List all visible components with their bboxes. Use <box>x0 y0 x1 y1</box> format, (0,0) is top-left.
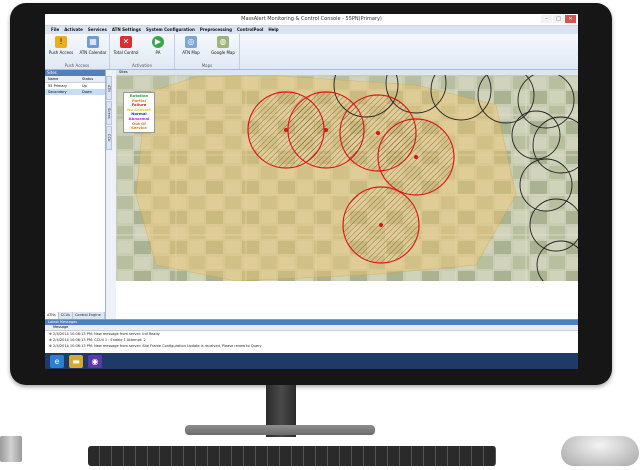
total-control-button[interactable]: ✕ Total Control <box>113 36 139 55</box>
legend-out-of-service: Out Of Service <box>131 120 147 131</box>
taskbar: e ▬ ◉ <box>45 353 578 369</box>
ribbon-group-label: Maps <box>201 63 213 68</box>
sites-table-header: Name Status <box>45 76 105 83</box>
monitor-bezel: MassAlert Monitoring & Control Console -… <box>10 3 612 385</box>
menu-file[interactable]: File <box>51 26 59 34</box>
tab-atns[interactable]: ATNs <box>45 312 59 319</box>
ribbon-group-label: Push Access <box>64 63 90 68</box>
status-legend: Rotation Partial Failure No Contact Norm… <box>123 92 155 133</box>
globe-icon: ◍ <box>217 36 229 48</box>
vertical-tabs: ATN Sirens CCU <box>106 76 115 151</box>
map-pane: Sites Rotation Partial Failure No Contac… <box>116 70 578 319</box>
map-svg <box>116 75 578 281</box>
maximize-button[interactable]: □ <box>553 15 564 23</box>
atn-map-button[interactable]: ◎ ATN Map <box>178 36 204 55</box>
app-icon[interactable]: ◉ <box>88 354 102 368</box>
ie-icon[interactable]: e <box>50 354 64 368</box>
vtab-atn[interactable]: ATN <box>106 76 112 100</box>
menu-activate[interactable]: Activate <box>64 26 83 34</box>
minimize-button[interactable]: – <box>541 15 552 23</box>
sites-panel: Sites Name Status 55 Primary Up Secondar… <box>45 70 106 324</box>
menu-services[interactable]: Services <box>88 26 107 34</box>
tab-ccus[interactable]: CCUs <box>59 312 73 319</box>
monitor-base <box>185 425 375 435</box>
ribbon-group-push-access: ! Push Access ▦ ATN Calendar Push Access <box>45 34 110 69</box>
ribbon-group-label: Activation <box>131 63 153 68</box>
vtab-ccu[interactable]: CCU <box>106 126 112 150</box>
calendar-icon: ▦ <box>87 36 99 48</box>
vtab-sirens[interactable]: Sirens <box>106 101 112 125</box>
list-item[interactable]: ⊕ 2/4/2014 10:06:13 PM: New message from… <box>45 343 578 349</box>
menu-help[interactable]: Help <box>268 26 278 34</box>
window-title: MassAlert Monitoring & Control Console -… <box>241 16 382 22</box>
close-button[interactable]: ✕ <box>565 15 576 23</box>
menu-atn-settings[interactable]: ATN Settings <box>112 26 141 34</box>
play-icon: ▶ <box>152 36 164 48</box>
folder-icon[interactable]: ▬ <box>69 354 83 368</box>
column-name[interactable]: Name <box>45 76 82 82</box>
column-status[interactable]: Status <box>82 76 102 82</box>
keyboard <box>88 446 496 466</box>
panel-tabs: ATNs CCUs Control Engine Queue <box>45 312 105 324</box>
atn-calendar-button[interactable]: ▦ ATN Calendar <box>79 36 107 55</box>
ribbon: ! Push Access ▦ ATN Calendar Push Access… <box>45 34 578 70</box>
tab-control-engine-queue[interactable]: Control Engine Queue <box>73 312 105 324</box>
work-area: Sites Name Status 55 Primary Up Secondar… <box>45 70 578 324</box>
menu-bar: File Activate Services ATN Settings Syst… <box>45 26 578 34</box>
pa-button[interactable]: ▶ PA <box>145 36 171 55</box>
title-bar: MassAlert Monitoring & Control Console -… <box>45 14 578 26</box>
ribbon-group-maps: ◎ ATN Map ◍ Google Map Maps <box>175 34 240 69</box>
mouse <box>561 436 639 466</box>
menu-preprocessing[interactable]: Preprocessing <box>200 26 232 34</box>
menu-controlpool[interactable]: ControlPool <box>237 26 263 34</box>
map-icon: ◎ <box>185 36 197 48</box>
accessory-device <box>0 436 22 462</box>
warning-icon: ! <box>55 36 67 48</box>
table-row[interactable]: Secondary Down <box>45 89 105 95</box>
ribbon-group-activation: ✕ Total Control ▶ PA Activation <box>110 34 175 69</box>
coverage-map[interactable]: Rotation Partial Failure No Contact Norm… <box>116 75 578 281</box>
map-footer <box>116 281 578 319</box>
google-map-button[interactable]: ◍ Google Map <box>210 36 236 55</box>
messages-panel: Latest Messages Message ⊕ 2/4/2014 10:06… <box>45 319 578 354</box>
menu-system-configuration[interactable]: System Configuration <box>146 26 195 34</box>
x-icon: ✕ <box>120 36 132 48</box>
screen: MassAlert Monitoring & Control Console -… <box>45 14 578 369</box>
push-access-button[interactable]: ! Push Access <box>48 36 74 55</box>
